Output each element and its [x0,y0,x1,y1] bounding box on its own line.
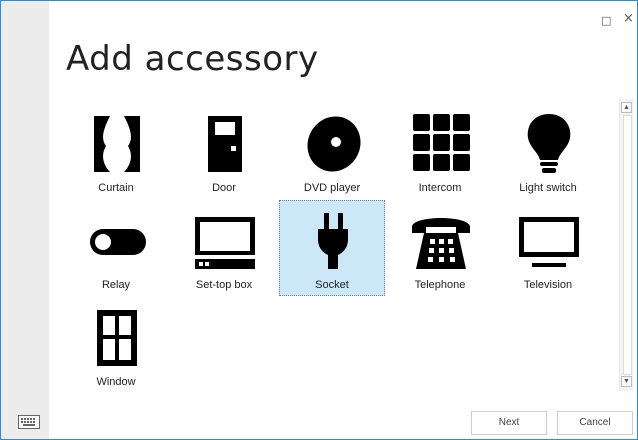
accessory-label: Television [523,279,573,291]
accessory-grid: Curtain Door DVD player Intercom Light s… [61,101,601,396]
scroll-up-button[interactable]: ▲ [621,102,632,113]
intercom-icon [413,114,470,171]
accessory-label: Set-top box [195,279,253,291]
curtain-icon [94,116,140,172]
window-icon [97,310,137,366]
accessory-tile-relay[interactable]: Relay [63,200,169,296]
page-title: Add accessory [66,39,319,79]
accessory-tile-curtain[interactable]: Curtain [63,103,169,199]
scroll-down-button[interactable]: ▼ [621,376,632,387]
accessory-tile-set-top-box[interactable]: Set-top box [171,200,277,296]
accessory-label: Door [212,182,236,194]
accessory-label: Curtain [98,182,134,194]
accessory-tile-intercom[interactable]: Intercom [387,103,493,199]
television-icon [519,217,579,267]
accessory-label: Intercom [418,182,462,194]
restore-icon[interactable]: □ [601,15,611,26]
scroll-thumb[interactable] [623,115,632,375]
accessory-tile-socket[interactable]: Socket [279,200,385,296]
vertical-scrollbar[interactable]: ▲ ▼ [619,99,634,391]
cancel-button[interactable]: Cancel [557,411,633,435]
side-bar [1,1,49,439]
accessory-tile-door[interactable]: Door [171,103,277,199]
close-icon[interactable]: × [623,12,634,25]
add-accessory-window: □ × Add accessory Curtain Door DVD playe… [0,0,638,440]
next-button[interactable]: Next [471,411,547,435]
plug-icon [318,213,348,269]
toggle-icon [90,229,146,255]
telephone-icon [412,218,470,269]
dvd-icon [307,116,361,172]
set-top-box-icon [195,217,255,269]
accessory-tile-window[interactable]: Window [63,297,169,393]
accessory-tile-television[interactable]: Television [495,200,601,296]
accessory-label: Socket [315,279,349,291]
keyboard-icon[interactable] [18,415,40,429]
door-icon [208,116,242,172]
accessory-label: Window [96,376,136,388]
lightbulb-icon [527,114,571,173]
accessory-tile-light-switch[interactable]: Light switch [495,103,601,199]
accessory-label: DVD player [303,182,361,194]
accessory-tile-telephone[interactable]: Telephone [387,200,493,296]
accessory-label: Light switch [519,182,577,194]
accessory-label: Telephone [414,279,466,291]
accessory-tile-dvd-player[interactable]: DVD player [279,103,385,199]
accessory-label: Relay [101,279,131,291]
